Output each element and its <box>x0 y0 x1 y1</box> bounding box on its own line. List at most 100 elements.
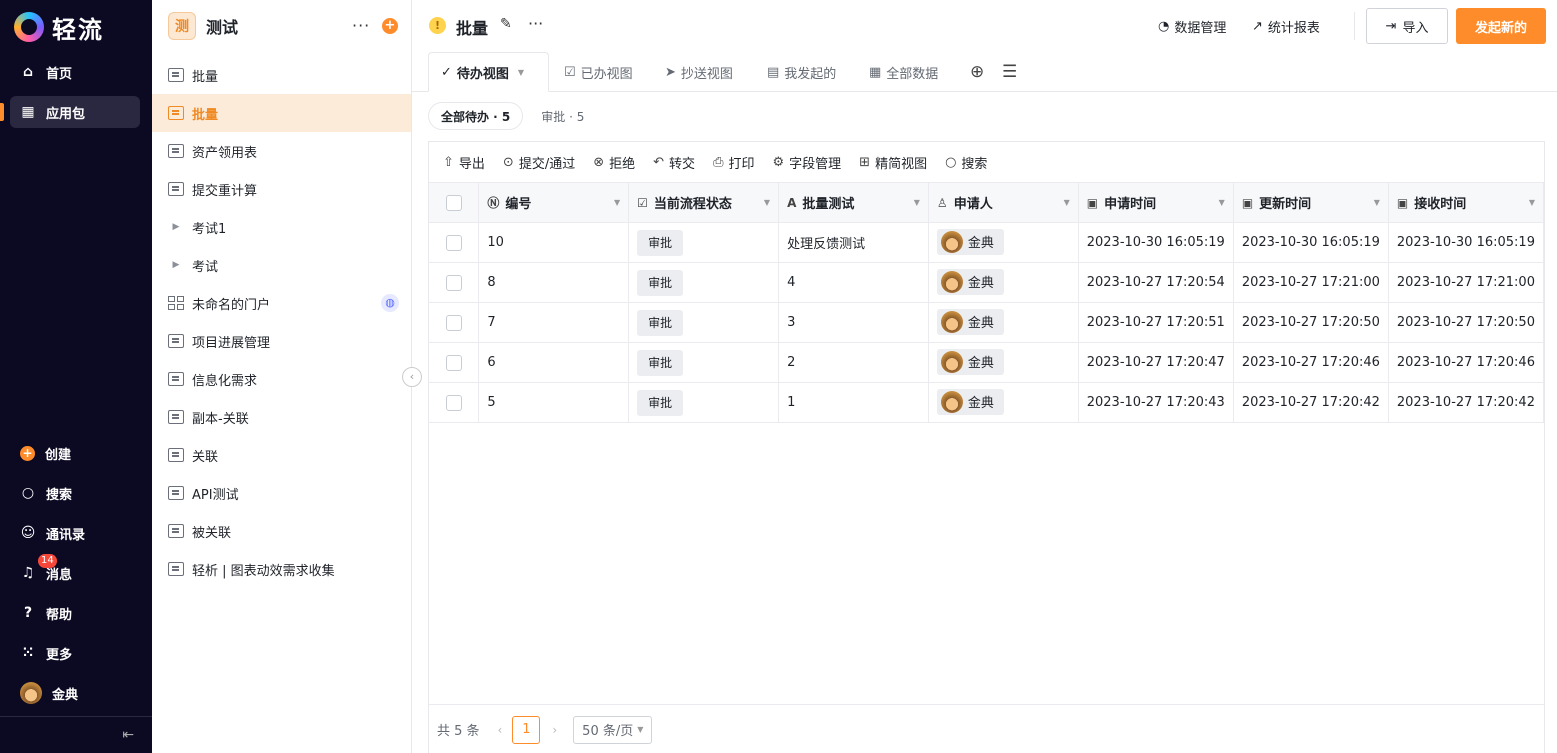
import-button[interactable]: ⇥ 导入 <box>1366 8 1448 44</box>
sidebar-folder[interactable]: ▶ 考试1 <box>152 208 411 246</box>
data-panel: ⇧ 导出 ⊙ 提交/通过 ⊗ 拒绝 ↶ 转交 ⎙ 打印 ⚙ 字段管理 ⊞ 精简视图 ○ 搜索 Ⓝ… <box>428 141 1545 753</box>
chevron-down-icon[interactable]: ▼ <box>1219 198 1225 207</box>
chevron-down-icon[interactable]: ▼ <box>1374 198 1380 207</box>
main-content: ! 批量 ✎ ··· ◔ 数据管理 ↗ 统计报表 ⇥ 导入 发起新的 ✓ 待办视图 ▼ ☑… <box>412 0 1557 753</box>
page-size-select[interactable]: 50 条/页 ▼ <box>573 715 653 744</box>
tab-mine[interactable]: ▤ 我发起的 <box>755 52 848 92</box>
search-icon: ○ <box>21 485 35 501</box>
sidebar-item[interactable]: 信息化需求 <box>152 360 411 398</box>
sidebar-item[interactable]: 副本-关联 <box>152 398 411 436</box>
nav-help[interactable]: ? 帮助 <box>10 597 140 629</box>
sidebar-item-label: 未命名的门户 <box>192 297 271 313</box>
sidebar-item[interactable]: 关联 <box>152 436 411 474</box>
chevron-down-icon[interactable]: ▼ <box>764 198 770 207</box>
tab-cc[interactable]: ➤ 抄送视图 <box>653 52 745 92</box>
row-checkbox[interactable] <box>445 234 462 251</box>
more-dots-icon[interactable]: ··· <box>352 16 370 35</box>
nav-profile[interactable]: 金典 <box>10 677 140 709</box>
sidebar-item[interactable]: 提交重计算 <box>152 170 411 208</box>
col-header[interactable]: ▣ 接收时间 ▼ <box>1388 182 1545 223</box>
search-button[interactable]: ○ 搜索 <box>945 153 987 172</box>
table-row[interactable]: 5 审批 1 金典 2023-10-27 17:20:43 2023-10-27… <box>429 382 1545 423</box>
nav-home-label: 首页 <box>46 66 73 82</box>
compact-view-button[interactable]: ⊞ 精简视图 <box>859 153 927 172</box>
row-checkbox[interactable] <box>445 394 462 411</box>
export-button[interactable]: ⇧ 导出 <box>443 153 485 172</box>
field-manage-button[interactable]: ⚙ 字段管理 <box>772 153 841 172</box>
checkbox-field-icon: ☑ <box>637 195 648 210</box>
transfer-button[interactable]: ↶ 转交 <box>653 153 695 172</box>
table-row[interactable]: 7 审批 3 金典 2023-10-27 17:20:51 2023-10-27… <box>429 302 1545 343</box>
nav-search[interactable]: ○ 搜索 <box>10 477 140 509</box>
stats-report-link[interactable]: ↗ 统计报表 <box>1252 17 1320 36</box>
sidebar-item[interactable]: 被关联 <box>152 512 411 550</box>
sidebar-item[interactable]: 批量 <box>152 56 411 94</box>
tab-done[interactable]: ☑ 已办视图 <box>552 52 645 92</box>
collapse-sidebar-icon[interactable]: ‹ <box>402 367 422 387</box>
nav-apps[interactable]: ▦ 应用包 <box>10 96 140 128</box>
user-name: 金典 <box>967 356 994 371</box>
tab-all-data[interactable]: ▦ 全部数据 <box>857 52 950 92</box>
nav-more[interactable]: ⁙ 更多 <box>10 637 140 669</box>
col-header[interactable]: ▣ 申请时间 ▼ <box>1078 182 1234 223</box>
brand-logo[interactable]: 轻流 <box>14 10 104 44</box>
wrench-icon[interactable]: ✎ <box>500 16 512 32</box>
send-icon: ➤ <box>665 64 676 80</box>
data-manage-link[interactable]: ◔ 数据管理 <box>1158 17 1226 36</box>
select-all-checkbox[interactable] <box>445 194 462 211</box>
table-row[interactable]: 8 审批 4 金典 2023-10-27 17:20:54 2023-10-27… <box>429 262 1545 303</box>
sidebar-item[interactable]: 轻析 | 图表动效需求收集 <box>152 550 411 588</box>
col-header[interactable]: ♙ 申请人 ▼ <box>928 182 1079 223</box>
tb-label: 导出 <box>458 156 485 172</box>
submit-button[interactable]: ⊙ 提交/通过 <box>503 153 575 172</box>
sidebar-item-label: 考试1 <box>192 221 227 237</box>
chip-all-todo[interactable]: 全部待办 · 5 <box>428 102 524 130</box>
col-header[interactable]: ☑ 当前流程状态 ▼ <box>628 182 780 223</box>
nav-create[interactable]: + 创建 <box>10 437 140 469</box>
expand-triangle-icon[interactable]: ▶ <box>168 222 184 232</box>
new-request-button[interactable]: 发起新的 <box>1456 8 1546 44</box>
col-header[interactable]: A 批量测试 ▼ <box>778 182 929 223</box>
row-checkbox[interactable] <box>445 274 462 291</box>
col-header[interactable]: ▣ 更新时间 ▼ <box>1233 182 1389 223</box>
sidebar-item-active[interactable]: 批量 <box>152 94 411 132</box>
chip-approve[interactable]: 审批 · 5 <box>529 102 596 130</box>
col-header[interactable]: Ⓝ 编号 ▼ <box>478 182 630 223</box>
more-dots-icon[interactable]: ··· <box>528 14 543 33</box>
collapse-nav-icon[interactable]: ⇤ <box>122 727 134 743</box>
col-header-label: 申请人 <box>953 197 993 212</box>
import-label: 导入 <box>1402 20 1429 36</box>
reject-button[interactable]: ⊗ 拒绝 <box>593 153 635 172</box>
row-checkbox[interactable] <box>445 354 462 371</box>
chevron-down-icon[interactable]: ▼ <box>614 198 620 207</box>
add-icon[interactable]: + <box>382 18 398 34</box>
list-icon[interactable]: ☰ <box>1002 62 1017 82</box>
search-icon: ○ <box>945 154 957 170</box>
chevron-down-icon[interactable]: ▼ <box>518 68 524 77</box>
filter-chips: 全部待办 · 5 审批 · 5 <box>428 102 596 130</box>
nav-messages[interactable]: ♫ 消息 <box>10 557 140 589</box>
chevron-down-icon[interactable]: ▼ <box>1529 198 1535 207</box>
print-button[interactable]: ⎙ 打印 <box>713 153 754 172</box>
nav-contacts[interactable]: ☺ 通讯录 <box>10 517 140 549</box>
sidebar-folder[interactable]: ▶ 考试 <box>152 246 411 284</box>
cell-updated: 2023-10-27 17:21:00 <box>1233 262 1389 303</box>
prev-page-icon[interactable]: ‹ <box>498 723 503 737</box>
row-checkbox[interactable] <box>445 314 462 331</box>
next-page-icon[interactable]: › <box>552 723 557 737</box>
sidebar-item[interactable]: 资产领用表 <box>152 132 411 170</box>
current-page[interactable]: 1 <box>512 715 541 744</box>
status-badge: 审批 <box>637 349 684 376</box>
table-row[interactable]: 10 审批 处理反馈测试 金典 2023-10-30 16:05:19 2023… <box>429 222 1545 263</box>
user-name: 金典 <box>967 396 994 411</box>
table-row[interactable]: 6 审批 2 金典 2023-10-27 17:20:47 2023-10-27… <box>429 342 1545 383</box>
sidebar-portal[interactable]: 未命名的门户 ◍ <box>152 284 411 322</box>
nav-home[interactable]: ⌂ 首页 <box>10 56 140 88</box>
sidebar-item[interactable]: API测试 <box>152 474 411 512</box>
chevron-down-icon[interactable]: ▼ <box>1064 198 1070 207</box>
add-view-icon[interactable]: ⊕ <box>970 62 984 82</box>
expand-triangle-icon[interactable]: ▶ <box>168 260 184 270</box>
tab-todo[interactable]: ✓ 待办视图 ▼ <box>428 52 549 92</box>
sidebar-item[interactable]: 项目进展管理 <box>152 322 411 360</box>
chevron-down-icon[interactable]: ▼ <box>914 198 920 207</box>
